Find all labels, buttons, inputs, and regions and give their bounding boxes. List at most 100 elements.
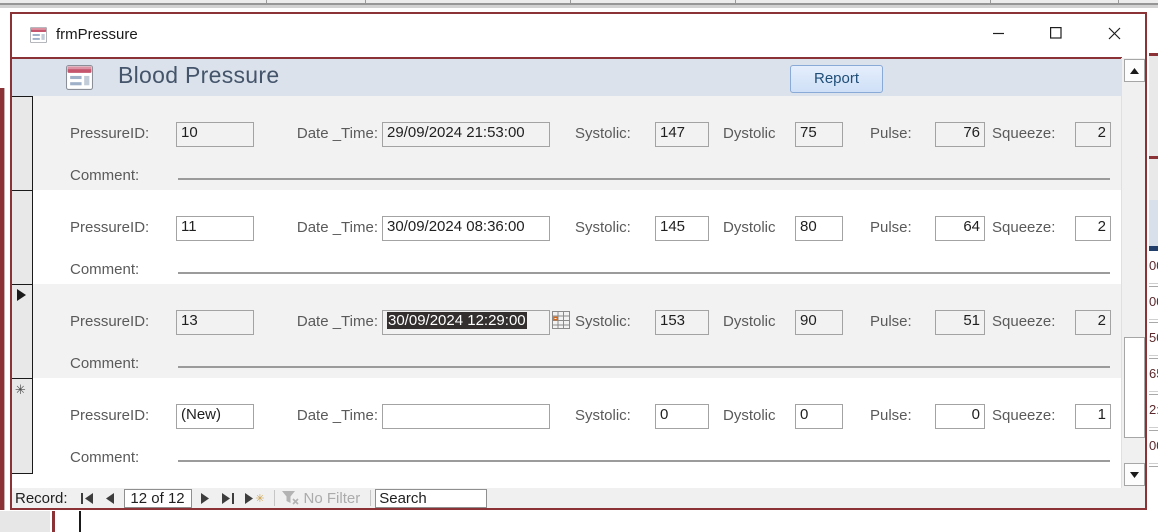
squeeze-input[interactable]: 2 bbox=[1075, 216, 1111, 241]
background-window-edge bbox=[0, 5, 1158, 8]
first-record-button[interactable] bbox=[76, 489, 99, 507]
background-window-border-left bbox=[0, 88, 5, 510]
pulse-label: Pulse: bbox=[870, 313, 912, 330]
record-row-new: PressureID: (New) Date _Time: Systolic: … bbox=[33, 378, 1122, 472]
form-window: frmPressure Blood Pressure Report ✳ Pres… bbox=[10, 12, 1147, 510]
pressureid-input[interactable]: 11 bbox=[176, 216, 254, 241]
new-record-star-icon: ✳ bbox=[255, 492, 265, 505]
pulse-input[interactable]: 76 bbox=[935, 122, 985, 147]
systolic-label: Systolic: bbox=[575, 313, 631, 330]
background-cell: 00 bbox=[1149, 431, 1158, 467]
form-header: Blood Pressure Report bbox=[12, 57, 1122, 98]
dystolic-input[interactable]: 80 bbox=[795, 216, 843, 241]
comment-label: Comment: bbox=[70, 261, 140, 278]
dystolic-input[interactable]: 90 bbox=[795, 310, 843, 335]
pulse-label: Pulse: bbox=[870, 407, 912, 424]
systolic-input[interactable]: 153 bbox=[655, 310, 709, 335]
background-datasheet: 00 00 50 65 2: 00 bbox=[1149, 9, 1158, 532]
record-selector-new[interactable]: ✳ bbox=[12, 378, 33, 474]
new-record-button[interactable]: ✳ bbox=[240, 489, 270, 507]
record-selector-current[interactable] bbox=[12, 284, 33, 379]
maximize-button[interactable] bbox=[1041, 18, 1071, 48]
dystolic-label: Dystolic bbox=[723, 407, 776, 424]
previous-record-button[interactable] bbox=[99, 489, 122, 507]
comment-input[interactable] bbox=[178, 178, 1110, 180]
scroll-down-button[interactable] bbox=[1124, 463, 1145, 486]
comment-input[interactable] bbox=[178, 366, 1110, 368]
search-input[interactable] bbox=[375, 488, 488, 508]
datetime-input[interactable]: 29/09/2024 21:53:00 bbox=[382, 122, 550, 147]
pulse-input[interactable]: 64 bbox=[935, 216, 985, 241]
pressureid-label: PressureID: bbox=[70, 125, 150, 142]
squeeze-label: Squeeze: bbox=[992, 125, 1056, 142]
last-record-button[interactable] bbox=[217, 489, 240, 507]
dystolic-label: Dystolic bbox=[723, 219, 776, 236]
dystolic-input[interactable]: 0 bbox=[795, 404, 843, 429]
pressureid-input[interactable]: 10 bbox=[176, 122, 254, 147]
record-position-indicator[interactable]: 12 of 12 bbox=[123, 488, 192, 508]
pressureid-label: PressureID: bbox=[70, 407, 150, 424]
background-bottom-block bbox=[0, 511, 50, 532]
minimize-button[interactable] bbox=[984, 18, 1014, 48]
next-record-button[interactable] bbox=[194, 489, 217, 507]
window-titlebar[interactable]: frmPressure bbox=[12, 14, 1145, 57]
comment-label: Comment: bbox=[70, 167, 140, 184]
record-selector[interactable] bbox=[12, 190, 33, 285]
datetime-input[interactable] bbox=[382, 404, 550, 429]
date-picker-icon[interactable] bbox=[552, 311, 570, 329]
datetime-input[interactable]: 30/09/2024 08:36:00 bbox=[382, 216, 550, 241]
background-cell: 2: bbox=[1149, 395, 1158, 431]
page-title: Blood Pressure bbox=[118, 62, 280, 88]
datetime-label: Date _Time: bbox=[296, 313, 378, 330]
dystolic-label: Dystolic bbox=[723, 313, 776, 330]
screen: 00 00 50 65 2: 00 frmPressure bbox=[0, 0, 1158, 532]
new-record-asterisk-icon: ✳ bbox=[15, 382, 26, 397]
pressureid-label: PressureID: bbox=[70, 219, 150, 236]
form-icon bbox=[66, 65, 93, 90]
pressureid-input[interactable]: 13 bbox=[176, 310, 254, 335]
systolic-input[interactable]: 0 bbox=[655, 404, 709, 429]
pulse-label: Pulse: bbox=[870, 125, 912, 142]
selected-text: 30/09/2024 12:29:00 bbox=[387, 312, 527, 329]
squeeze-input[interactable]: 2 bbox=[1075, 310, 1111, 335]
comment-label: Comment: bbox=[70, 355, 140, 372]
systolic-label: Systolic: bbox=[575, 125, 631, 142]
filter-icon[interactable] bbox=[279, 489, 302, 507]
systolic-label: Systolic: bbox=[575, 407, 631, 424]
systolic-label: Systolic: bbox=[575, 219, 631, 236]
pulse-input[interactable]: 51 bbox=[935, 310, 985, 335]
comment-input[interactable] bbox=[178, 272, 1110, 274]
record-navigation-bar: Record: 12 of 12 ✳ No Filter Search bbox=[12, 488, 1145, 508]
datetime-label: Date _Time: bbox=[296, 125, 378, 142]
separator bbox=[370, 490, 372, 506]
pressureid-label: PressureID: bbox=[70, 313, 150, 330]
close-icon[interactable] bbox=[1099, 18, 1129, 48]
datetime-label: Date _Time: bbox=[296, 219, 378, 236]
comment-input[interactable] bbox=[178, 460, 1110, 462]
systolic-input[interactable]: 145 bbox=[655, 216, 709, 241]
background-divider bbox=[79, 511, 81, 532]
squeeze-input[interactable]: 1 bbox=[1075, 404, 1111, 429]
systolic-input[interactable]: 147 bbox=[655, 122, 709, 147]
scrollbar-thumb[interactable] bbox=[1124, 337, 1145, 438]
datetime-input-focused[interactable]: 30/09/2024 12:29:00 bbox=[382, 310, 550, 335]
pulse-label: Pulse: bbox=[870, 219, 912, 236]
record-row: PressureID: 10 Date _Time: 29/09/2024 21… bbox=[33, 96, 1122, 190]
background-cell: 00 bbox=[1149, 251, 1158, 287]
dystolic-label: Dystolic bbox=[723, 125, 776, 142]
background-cell: 00 bbox=[1149, 287, 1158, 323]
squeeze-label: Squeeze: bbox=[992, 407, 1056, 424]
record-row: PressureID: 11 Date _Time: 30/09/2024 08… bbox=[33, 190, 1122, 284]
record-nav-label: Record: bbox=[15, 489, 68, 507]
vertical-scrollbar[interactable] bbox=[1121, 58, 1145, 488]
record-selector[interactable] bbox=[12, 96, 33, 191]
pulse-input[interactable]: 0 bbox=[935, 404, 985, 429]
dystolic-input[interactable]: 75 bbox=[795, 122, 843, 147]
pressureid-input[interactable]: (New) bbox=[176, 404, 254, 429]
report-button[interactable]: Report bbox=[790, 65, 883, 93]
form-icon bbox=[30, 27, 47, 43]
datetime-label: Date _Time: bbox=[296, 407, 378, 424]
separator bbox=[273, 490, 275, 506]
squeeze-input[interactable]: 2 bbox=[1075, 122, 1111, 147]
scroll-up-button[interactable] bbox=[1124, 59, 1145, 82]
